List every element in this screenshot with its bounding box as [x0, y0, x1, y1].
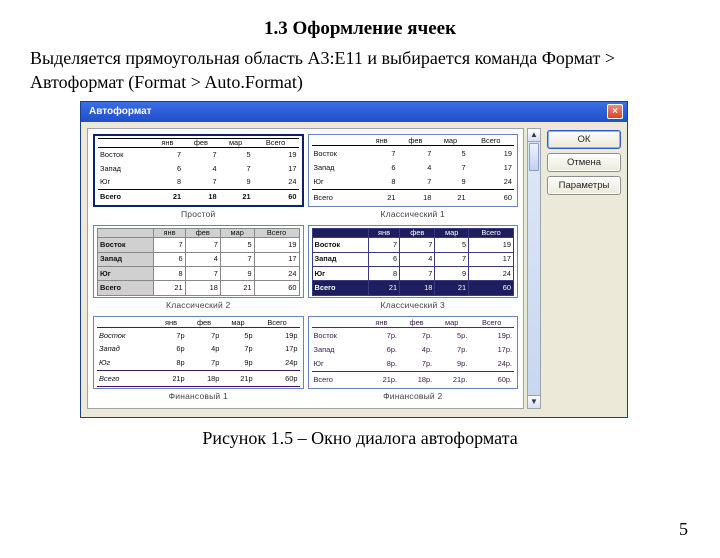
page-number: 5	[679, 519, 688, 540]
format-variant[interactable]: янвфевмарВсегоВосток77519Запад64717Юг879…	[308, 225, 519, 298]
format-variant[interactable]: янвфевмарВсегоВосток77519Запад64717Юг879…	[93, 134, 304, 207]
preview-table: янвфевмарВсегоВосток7р.7р.5р.19р.Запад6р…	[312, 319, 515, 387]
dialog-body: янвфевмарВсегоВосток77519Запад64717Юг879…	[81, 122, 627, 417]
scroll-thumb[interactable]	[529, 143, 539, 171]
cancel-button[interactable]: Отмена	[547, 153, 621, 172]
dialog-title: Автоформат	[89, 106, 152, 117]
variant-label: Простой	[93, 209, 304, 219]
autoformat-dialog: Автоформат × янвфевмарВсегоВосток77519За…	[80, 101, 628, 418]
section-paragraph: Выделяется прямоугольная область А3:Е11 …	[30, 46, 690, 95]
titlebar[interactable]: Автоформат ×	[81, 102, 627, 122]
gallery-wrap: янвфевмарВсегоВосток77519Запад64717Юг879…	[87, 128, 541, 409]
dialog-buttons: ОК Отмена Параметры	[547, 128, 621, 409]
preview-table: янвфевмарВсегоВосток77519Запад64717Юг879…	[312, 228, 515, 296]
format-variant[interactable]: янвфевмарВсегоВосток7р7р5р19рЗапад6р4р7р…	[93, 316, 304, 389]
close-icon[interactable]: ×	[607, 104, 623, 119]
scroll-up-icon[interactable]: ▲	[528, 129, 540, 142]
format-gallery[interactable]: янвфевмарВсегоВосток77519Запад64717Юг879…	[87, 128, 524, 409]
preview-table: янвфевмарВсегоВосток77519Запад64717Юг879…	[98, 138, 299, 204]
variant-label: Классический 1	[308, 209, 519, 219]
preview-table: янвфевмарВсегоВосток77519Запад64717Юг879…	[97, 228, 300, 296]
format-variant[interactable]: янвфевмарВсегоВосток7р.7р.5р.19р.Запад6р…	[308, 316, 519, 389]
variant-label: Финансовый 2	[308, 391, 519, 401]
ok-button[interactable]: ОК	[547, 130, 621, 149]
section-heading: 1.3 Оформление ячеек	[0, 18, 720, 40]
format-variant[interactable]: янвфевмарВсегоВосток77519Запад64717Юг879…	[93, 225, 304, 298]
preview-table: янвфевмарВсегоВосток7р7р5р19рЗапад6р4р7р…	[97, 319, 300, 387]
variant-label: Финансовый 1	[93, 391, 304, 401]
scroll-down-icon[interactable]: ▼	[528, 395, 540, 408]
variant-label: Классический 2	[93, 300, 304, 310]
variant-label: Классический 3	[308, 300, 519, 310]
options-button[interactable]: Параметры	[547, 176, 621, 195]
preview-table: янвфевмарВсегоВосток77519Запад64717Юг879…	[312, 137, 515, 205]
figure-caption: Рисунок 1.5 – Окно диалога автоформата	[0, 428, 720, 449]
format-variant[interactable]: янвфевмарВсегоВосток77519Запад64717Юг879…	[308, 134, 519, 207]
gallery-scrollbar[interactable]: ▲ ▼	[527, 128, 541, 409]
scroll-track[interactable]	[528, 172, 540, 395]
